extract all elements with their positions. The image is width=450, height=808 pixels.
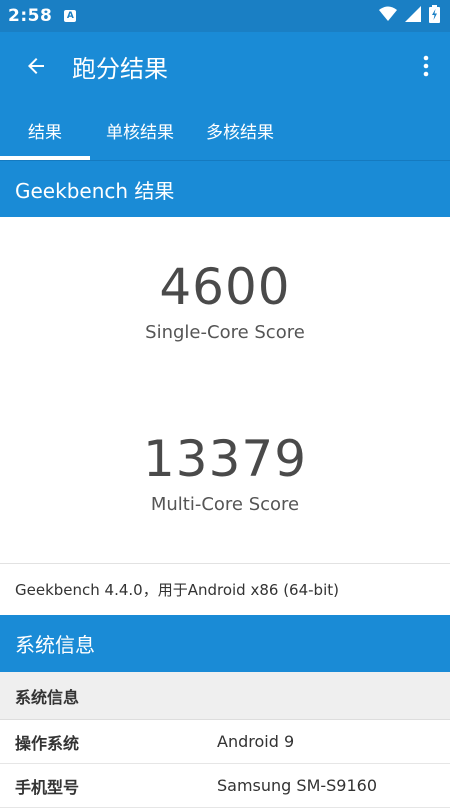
tab-bar: 结果 单核结果 多核结果 <box>0 100 450 160</box>
single-core-score-block: 4600 Single-Core Score <box>0 258 450 343</box>
single-core-score: 4600 <box>159 258 291 316</box>
info-value: Android 9 <box>217 732 295 751</box>
battery-icon <box>429 5 440 27</box>
page-title: 跑分结果 <box>72 54 168 83</box>
multi-core-score: 13379 <box>142 430 308 488</box>
signal-icon <box>405 6 421 26</box>
system-info-subheader: 系统信息 <box>0 672 450 720</box>
table-row: 操作系统 Android 9 <box>0 720 450 764</box>
tab-multi-core[interactable]: 多核结果 <box>190 100 290 160</box>
overflow-menu-button[interactable] <box>414 48 438 84</box>
version-info: Geekbench 4.4.0，用于Android x86 (64-bit) <box>0 563 450 615</box>
info-value: Samsung SM-S9160 <box>217 776 378 795</box>
tab-results[interactable]: 结果 <box>0 100 90 160</box>
tab-single-core[interactable]: 单核结果 <box>90 100 190 160</box>
multi-core-score-block: 13379 Multi-Core Score <box>0 430 450 515</box>
more-vert-icon <box>423 55 429 77</box>
system-info-section-header: 系统信息 <box>0 615 450 672</box>
arrow-left-icon <box>28 58 44 74</box>
table-row: 手机型号 Samsung SM-S9160 <box>0 764 450 808</box>
results-section-header: Geekbench 结果 <box>0 160 450 217</box>
info-key: 手机型号 <box>15 777 80 797</box>
app-bar: 跑分结果 <box>0 32 450 100</box>
back-button[interactable] <box>18 48 54 84</box>
single-core-label: Single-Core Score <box>145 322 305 343</box>
status-bar: 2:58 A <box>0 0 450 32</box>
status-icons <box>379 5 440 27</box>
info-key: 操作系统 <box>15 733 80 753</box>
notification-app-icon: A <box>64 10 77 22</box>
wifi-icon <box>379 6 397 26</box>
status-time: 2:58 <box>8 6 53 26</box>
multi-core-label: Multi-Core Score <box>150 494 300 515</box>
